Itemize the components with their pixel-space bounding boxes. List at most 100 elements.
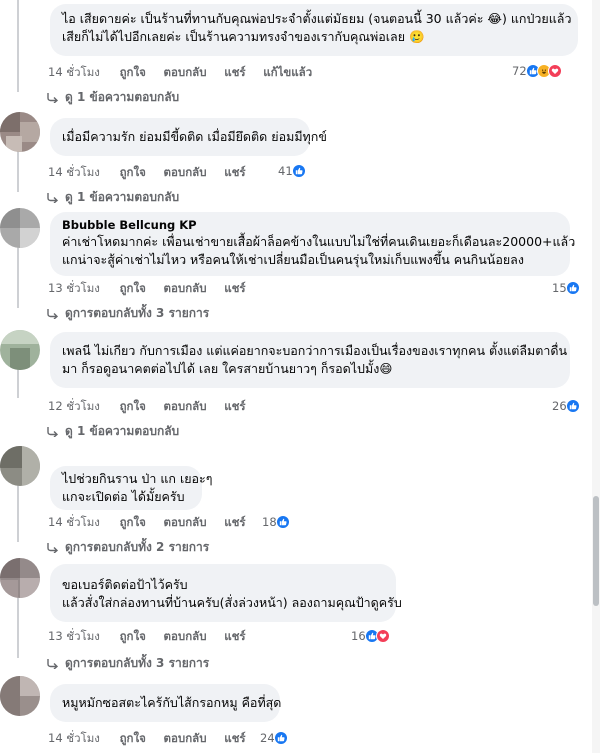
comment-text: เมื่อมีความรัก ย่อมมีขี้ดติด เมื่อมียึดต… bbox=[62, 129, 327, 144]
like-reaction-icon bbox=[565, 281, 580, 295]
view-replies-link[interactable]: ดู 1 ข้อความตอบกลับ bbox=[47, 422, 179, 441]
reaction-count: 72 bbox=[512, 64, 527, 78]
reply-arrow-icon bbox=[47, 426, 59, 437]
comment-text: เสียก็ไม่ได้ไปอีกเลยค่ะ เป็นร้านความทรงจ… bbox=[62, 29, 425, 44]
edited-label[interactable]: แก้ไขแล้ว bbox=[263, 65, 312, 79]
like-button[interactable]: ถูกใจ bbox=[120, 281, 146, 295]
share-button[interactable]: แชร์ bbox=[224, 165, 245, 179]
scrollbar[interactable] bbox=[592, 0, 600, 753]
comment-bubble[interactable]: เพลนี ไม่เกียว กับการเมือง แต่แค่อยากจะบ… bbox=[50, 332, 570, 388]
reaction-summary[interactable]: 16 bbox=[351, 627, 390, 645]
comment-actions: 14 ชั่วโมง ถูกใจ ตอบกลับ แชร์ แก้ไขแล้ว bbox=[48, 64, 326, 80]
comment-text: เพลนี ไม่เกียว กับการเมือง แต่แค่อยากจะบ… bbox=[62, 343, 568, 358]
comment-timestamp[interactable]: 14 ชั่วโมง bbox=[48, 165, 100, 179]
reaction-summary[interactable]: 24 bbox=[260, 729, 288, 747]
view-replies-text: ดูการตอบกลับทั้ง 3 รายการ bbox=[65, 656, 210, 670]
like-button[interactable]: ถูกใจ bbox=[120, 629, 146, 643]
share-button[interactable]: แชร์ bbox=[224, 281, 245, 295]
thread-line bbox=[17, 592, 19, 658]
share-button[interactable]: แชร์ bbox=[224, 629, 245, 643]
reply-arrow-icon bbox=[47, 658, 59, 669]
comment-bubble[interactable]: ไปช่วยกินราน ป่า แก เยอะๆ แกจะเปิดต่อ ได… bbox=[50, 466, 213, 510]
like-reaction-icon bbox=[273, 731, 288, 745]
comment-timestamp[interactable]: 13 ชั่วโมง bbox=[48, 629, 100, 643]
comment-text: มา ก็รอดูอนาคตต่อไปได้ เลย ใครสายบ้านยาว… bbox=[62, 361, 393, 376]
comment-actions: 13 ชั่วโมง ถูกใจ ตอบกลับ แชร์ bbox=[48, 628, 260, 644]
scrollbar-thumb[interactable] bbox=[593, 496, 599, 606]
comment-timestamp[interactable]: 14 ชั่วโมง bbox=[48, 515, 100, 529]
view-replies-link[interactable]: ดู 1 ข้อความตอบกลับ bbox=[47, 88, 179, 107]
reaction-summary[interactable]: 72 bbox=[512, 62, 562, 80]
comment-timestamp[interactable]: 12 ชั่วโมง bbox=[48, 399, 100, 413]
view-replies-link[interactable]: ดูการตอบกลับทั้ง 2 รายการ bbox=[47, 538, 209, 557]
reaction-summary[interactable]: 26 bbox=[552, 397, 580, 415]
reply-button[interactable]: ตอบกลับ bbox=[164, 281, 207, 295]
comment-actions: 13 ชั่วโมง ถูกใจ ตอบกลับ แชร์ bbox=[48, 280, 260, 296]
comment-author[interactable]: Bbubble Bellcung KP bbox=[62, 218, 558, 233]
love-reaction-icon bbox=[375, 629, 390, 643]
comment-timestamp[interactable]: 14 ชั่วโมง bbox=[48, 731, 100, 745]
reply-arrow-icon bbox=[47, 542, 59, 553]
reply-button[interactable]: ตอบกลับ bbox=[164, 629, 207, 643]
comment-actions: 12 ชั่วโมง ถูกใจ ตอบกลับ แชร์ bbox=[48, 398, 260, 414]
comment-bubble[interactable]: Bbubble Bellcung KP ค่าเช่าโหดมากค่ะ เพื… bbox=[50, 212, 575, 276]
view-replies-link[interactable]: ดูการตอบกลับทั้ง 3 รายการ bbox=[47, 304, 209, 323]
comment-bubble[interactable]: ไอ เสียดายค่ะ เป็นร้านที่ทานกับคุณพ่อประ… bbox=[50, 4, 578, 56]
thread-line bbox=[17, 480, 19, 542]
reaction-summary[interactable]: 41 bbox=[278, 162, 306, 180]
avatar[interactable] bbox=[0, 676, 40, 716]
comment-text: ไปช่วยกินราน ป่า แก เยอะๆ bbox=[62, 471, 213, 486]
reply-button[interactable]: ตอบกลับ bbox=[164, 399, 207, 413]
comment-text: หมูหมักซอสตะไคร้กับไส้กรอกหมู คือที่สุด bbox=[62, 695, 282, 710]
like-reaction-icon bbox=[291, 164, 306, 178]
view-replies-text: ดูการตอบกลับทั้ง 2 รายการ bbox=[65, 540, 210, 554]
avatar[interactable] bbox=[0, 112, 40, 152]
comment-timestamp[interactable]: 14 ชั่วโมง bbox=[48, 65, 100, 79]
share-button[interactable]: แชร์ bbox=[224, 65, 245, 79]
share-button[interactable]: แชร์ bbox=[224, 731, 245, 745]
comment-actions: 14 ชั่วโมง ถูกใจ ตอบกลับ แชร์ bbox=[48, 514, 260, 530]
comment-actions: 14 ชั่วโมง ถูกใจ ตอบกลับ แชร์ bbox=[48, 730, 260, 746]
like-button[interactable]: ถูกใจ bbox=[120, 65, 146, 79]
like-button[interactable]: ถูกใจ bbox=[120, 731, 146, 745]
comment-text: แกจะเปิดต่อ ได้มั้ยครับ bbox=[62, 489, 185, 504]
reaction-count: 24 bbox=[260, 731, 275, 745]
view-replies-text: ดู 1 ข้อความตอบกลับ bbox=[65, 90, 180, 104]
reply-button[interactable]: ตอบกลับ bbox=[164, 165, 207, 179]
comment-bubble[interactable]: หมูหมักซอสตะไคร้กับไส้กรอกหมู คือที่สุด bbox=[50, 684, 282, 722]
reaction-count: 41 bbox=[278, 164, 293, 178]
view-replies-text: ดูการตอบกลับทั้ง 3 รายการ bbox=[65, 306, 210, 320]
like-reaction-icon bbox=[275, 515, 290, 529]
view-replies-link[interactable]: ดู 1 ข้อความตอบกลับ bbox=[47, 188, 179, 207]
avatar[interactable] bbox=[0, 558, 40, 598]
reaction-count: 16 bbox=[351, 629, 366, 643]
view-replies-link[interactable]: ดูการตอบกลับทั้ง 3 รายการ bbox=[47, 654, 209, 673]
like-reaction-icon bbox=[565, 399, 580, 413]
reply-button[interactable]: ตอบกลับ bbox=[164, 515, 207, 529]
reaction-summary[interactable]: 15 bbox=[552, 279, 580, 297]
view-replies-text: ดู 1 ข้อความตอบกลับ bbox=[65, 424, 180, 438]
comment-text: แล้วสั่งใส่กล่องทานที่บ้านครับ(สั่งล่วงห… bbox=[62, 595, 402, 610]
comment-timestamp[interactable]: 13 ชั่วโมง bbox=[48, 281, 100, 295]
avatar[interactable] bbox=[0, 446, 40, 486]
avatar[interactable] bbox=[0, 208, 40, 248]
comment-text: ไอ เสียดายค่ะ เป็นร้านที่ทานกับคุณพ่อประ… bbox=[62, 11, 572, 26]
reaction-summary[interactable]: 18 bbox=[262, 513, 290, 531]
like-button[interactable]: ถูกใจ bbox=[120, 399, 146, 413]
comment-bubble[interactable]: เมื่อมีความรัก ย่อมมีขี้ดติด เมื่อมียึดต… bbox=[50, 118, 327, 156]
comment-bubble[interactable]: ขอเบอร์ติดต่อป้าไว้ครับ แล้วสั่งใส่กล่อง… bbox=[50, 564, 402, 622]
avatar[interactable] bbox=[0, 330, 40, 370]
comment-actions: 14 ชั่วโมง ถูกใจ ตอบกลับ แชร์ bbox=[48, 164, 260, 180]
reply-button[interactable]: ตอบกลับ bbox=[164, 731, 207, 745]
reaction-count: 15 bbox=[552, 281, 567, 295]
like-button[interactable]: ถูกใจ bbox=[120, 165, 146, 179]
love-reaction-icon bbox=[547, 64, 562, 78]
reply-arrow-icon bbox=[47, 92, 59, 103]
reply-button[interactable]: ตอบกลับ bbox=[164, 65, 207, 79]
share-button[interactable]: แชร์ bbox=[224, 515, 245, 529]
comment-text: ขอเบอร์ติดต่อป้าไว้ครับ bbox=[62, 577, 188, 592]
share-button[interactable]: แชร์ bbox=[224, 399, 245, 413]
reply-arrow-icon bbox=[47, 192, 59, 203]
like-button[interactable]: ถูกใจ bbox=[120, 515, 146, 529]
reaction-count: 18 bbox=[262, 515, 277, 529]
